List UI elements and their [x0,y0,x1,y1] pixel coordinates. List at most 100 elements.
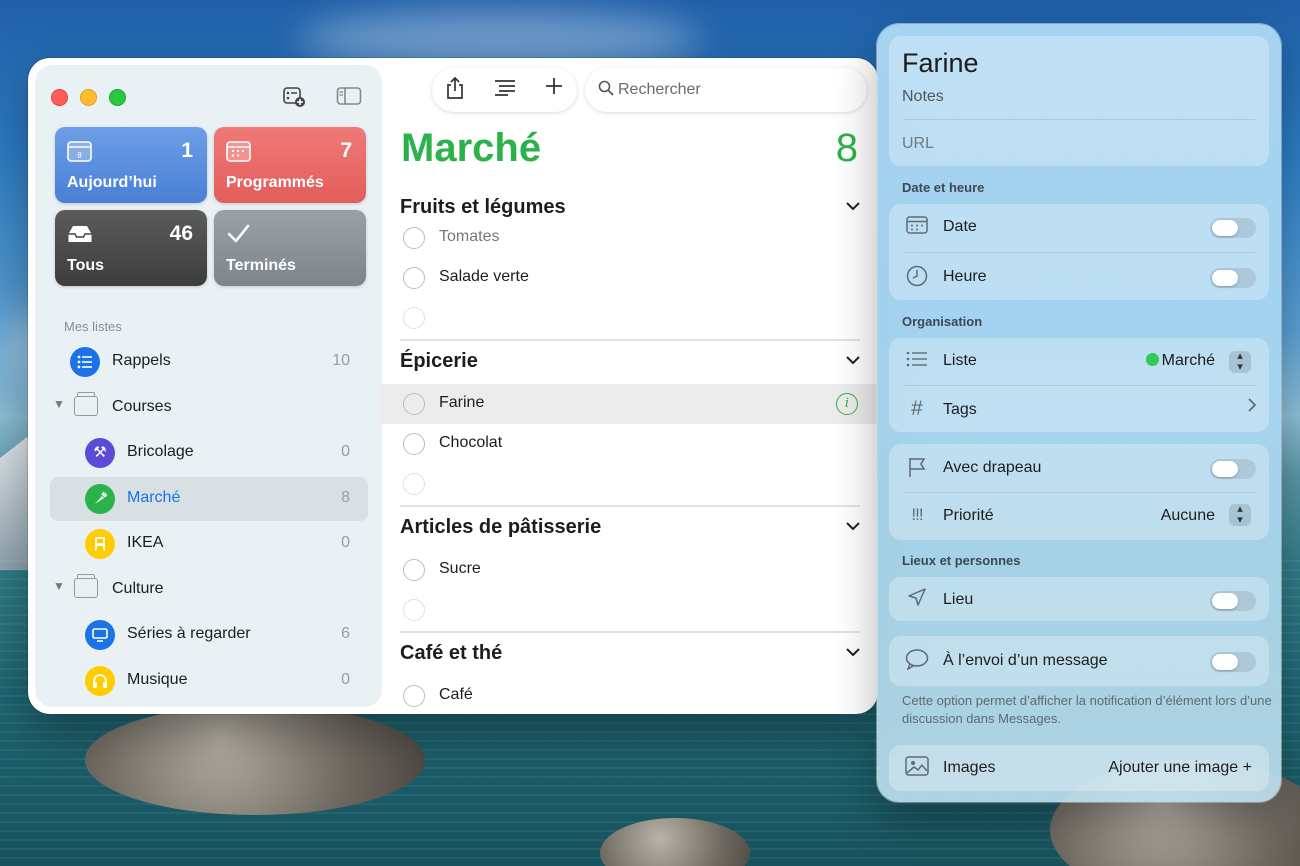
info-icon[interactable]: i [836,393,858,415]
list-icon [905,349,929,373]
tools-icon: ⚒ [85,438,115,468]
sidebar-item-count: 6 [341,625,350,642]
section-header[interactable]: Café et thé [400,640,860,670]
search-field[interactable] [585,68,867,112]
message-bubble-icon [905,648,929,672]
sidebar-item-ikea[interactable]: IKEA 0 [50,522,368,566]
headphones-icon [85,666,115,696]
location-label: Lieu [943,591,974,608]
checkbox-circle[interactable] [403,685,425,707]
task-row[interactable]: Chocolat [380,424,878,464]
new-task-row[interactable] [380,464,878,504]
checkbox-circle[interactable] [403,267,425,289]
new-task-circle[interactable] [403,599,425,621]
reminder-title-field[interactable]: Farine [902,48,979,79]
sidebar-group-label: Culture [112,580,164,597]
time-toggle[interactable] [1210,268,1256,288]
sidebar-item-count: 10 [332,352,350,369]
checkbox-circle[interactable] [403,227,425,249]
search-input[interactable] [618,78,848,102]
checkbox-circle[interactable] [403,393,425,415]
sidebar-group-culture[interactable]: ▼ Culture [50,568,368,612]
sidebar-item-count: 0 [341,671,350,688]
scheduled-count: 7 [340,139,352,162]
smart-list-all[interactable]: 46 Tous [55,210,207,286]
list-popup-chevrons-icon[interactable]: ▴ ▾ [1229,351,1251,373]
date-toggle[interactable] [1210,218,1256,238]
location-toggle[interactable] [1210,591,1256,611]
url-field[interactable]: URL [902,135,934,153]
date-time-heading: Date et heure [902,180,985,195]
carrot-icon [85,484,115,514]
sidebar-group-courses[interactable]: ▼ Courses [50,386,368,430]
sidebar-item-rappels[interactable]: Rappels 10 [50,340,368,384]
section-header[interactable]: Articles de pâtisserie [400,514,860,544]
sidebar-item-label: Marché [127,489,181,506]
clock-icon [905,265,929,289]
checkbox-circle[interactable] [403,559,425,581]
chevron-down-icon[interactable] [846,198,860,214]
new-task-circle[interactable] [403,307,425,329]
chevron-down-icon[interactable] [846,518,860,534]
task-row[interactable]: Sucre [380,550,878,590]
smart-list-today[interactable]: 8 1 Aujourd’hui [55,127,207,203]
section-header[interactable]: Épicerie [400,348,860,378]
list-label: Liste [943,352,977,369]
chevron-right-icon[interactable] [1247,397,1257,418]
close-window-button[interactable] [51,89,68,106]
section-divider [400,505,860,507]
task-title: Café [439,686,473,703]
section-title: Épicerie [400,350,478,372]
sidebar-item-series[interactable]: Séries à regarder 6 [50,613,368,657]
image-icon [905,756,929,780]
folder-icon [74,574,98,598]
new-task-row[interactable] [380,298,878,338]
add-image-button[interactable]: Ajouter une image + [1108,759,1252,777]
chevron-down-icon[interactable]: ▼ [53,579,65,593]
chevron-down-icon[interactable]: ▼ [53,397,65,411]
priority-value[interactable]: Aucune [1161,507,1215,525]
task-row[interactable]: Salade verte [380,258,878,298]
new-task-circle[interactable] [403,473,425,495]
task-row-selected[interactable]: Farine i [380,384,878,424]
list-color-dot [1145,353,1159,366]
tv-icon [85,620,115,650]
sidebar-item-musique[interactable]: Musique 0 [50,659,368,703]
scheduled-label: Programmés [226,174,324,191]
share-icon[interactable] [440,76,470,104]
all-count: 46 [169,222,193,245]
message-label: À l’envoi d’un message [943,652,1108,669]
chevron-down-icon[interactable] [846,352,860,368]
section-divider [400,339,860,341]
task-row[interactable]: Café [380,676,878,714]
sidebar-item-bricolage[interactable]: ⚒ Bricolage 0 [50,431,368,475]
minimize-window-button[interactable] [80,89,97,106]
task-row[interactable]: Tomates [380,218,878,258]
smart-list-scheduled[interactable]: 7 Programmés [214,127,366,203]
sidebar: 8 1 Aujourd’hui 7 Programmés 46 Tous Ter… [36,66,381,706]
new-list-icon[interactable] [281,86,307,110]
flag-icon [905,456,929,480]
message-help-text: Cette option permet d’afficher la notifi… [902,693,1272,726]
section-title: Café et thé [400,642,503,664]
message-toggle[interactable] [1210,652,1256,672]
zoom-window-button[interactable] [109,89,126,106]
notes-field[interactable]: Notes [902,88,944,106]
list-format-icon[interactable] [490,76,520,104]
priority-popup-chevrons-icon[interactable]: ▴ ▾ [1229,504,1251,526]
search-icon [598,80,614,101]
task-title: Salade verte [439,268,529,285]
flag-label: Avec drapeau [943,459,1042,476]
location-arrow-icon [905,587,929,611]
sidebar-toggle-icon[interactable] [336,86,362,110]
sidebar-item-count: 0 [341,534,350,551]
flag-toggle[interactable] [1210,459,1256,479]
checkbox-circle[interactable] [403,433,425,455]
list-selector[interactable]: Marché [1145,352,1215,370]
new-task-row[interactable] [380,590,878,630]
chevron-down-icon[interactable] [846,644,860,660]
add-reminder-icon[interactable] [539,76,569,104]
sidebar-item-marche[interactable]: Marché 8 [50,477,368,521]
section-title: Articles de pâtisserie [400,516,602,538]
smart-list-completed[interactable]: Terminés [214,210,366,286]
